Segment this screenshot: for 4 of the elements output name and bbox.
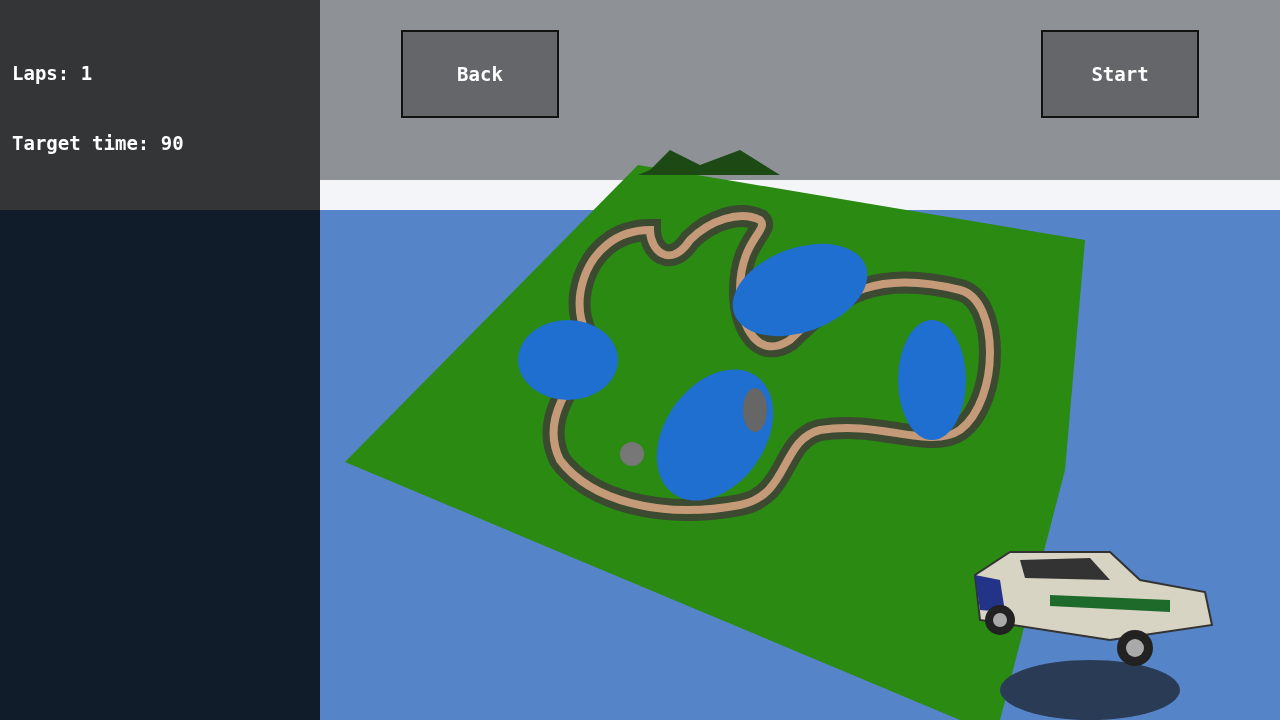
hud-stat: Laps: 1 xyxy=(12,61,94,85)
menu-button[interactable]: Start xyxy=(1041,30,1199,118)
menu-button[interactable]: Back xyxy=(401,30,559,118)
hud-stat: Target time: 90 xyxy=(12,131,185,155)
